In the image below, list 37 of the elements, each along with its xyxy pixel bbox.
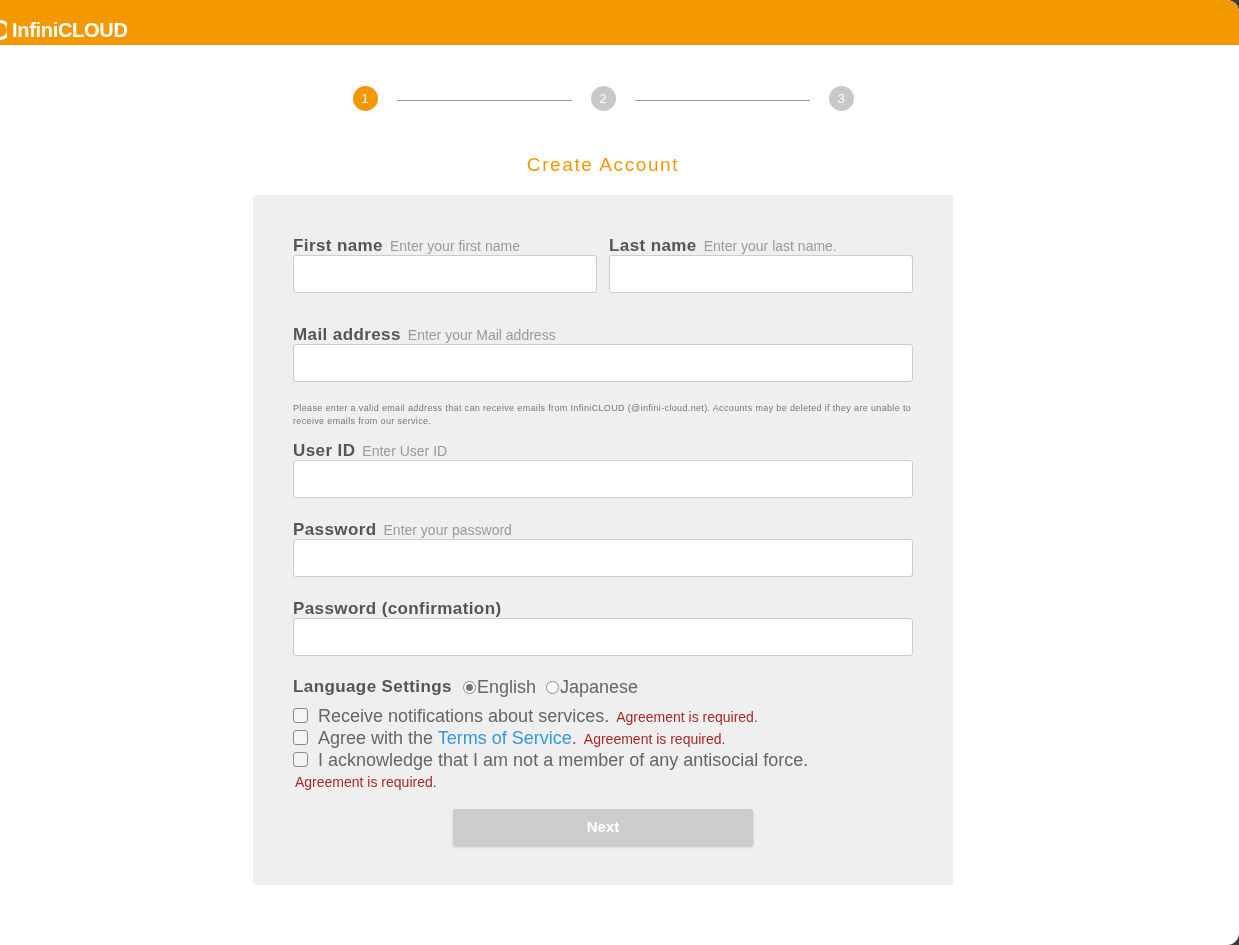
checkbox[interactable] (293, 730, 308, 745)
radio-option[interactable]: Japanese (545, 673, 638, 701)
text-input-field[interactable] (293, 539, 913, 577)
checkbox-label: Receive notifications about services. (318, 706, 610, 726)
text-input-field[interactable] (293, 255, 597, 293)
field-label: Password (confirmation) (293, 599, 502, 618)
field-label: Mail address (293, 325, 401, 344)
radio-button-icon[interactable] (545, 680, 559, 694)
field-label: Password (293, 520, 377, 539)
checkbox[interactable] (293, 708, 308, 723)
checkbox-label: I acknowledge that I am not a member of any antisocial force. (318, 750, 809, 770)
error-message: Agreement is required. (616, 708, 758, 727)
error-message: Agreement is required. (295, 773, 437, 792)
language-settings-label: Language Settings (293, 676, 452, 699)
field-label: User ID (293, 441, 356, 460)
field-hint: Enter your last name. (703, 237, 837, 256)
field-hint: Enter your password (383, 521, 512, 540)
page-title: Create Account (526, 153, 680, 177)
error-message: Agreement is required. (583, 730, 726, 749)
field-hint: Enter User ID (362, 442, 448, 461)
text-input-field[interactable] (293, 344, 913, 382)
field-label: Last name (609, 236, 697, 255)
text-input-field[interactable] (293, 460, 913, 498)
checkbox[interactable] (293, 752, 308, 767)
text-input-field[interactable] (293, 618, 913, 656)
checkbox-label: Agree with the Terms of Service. (318, 728, 577, 748)
logo-text: InfiniCLOUD (12, 20, 128, 40)
field-hint: Enter your first name (390, 237, 520, 256)
terms-of-service-link[interactable]: Terms of Service (437, 728, 572, 748)
field-hint: Enter your Mail address (407, 326, 556, 345)
logo-ring-icon (0, 20, 7, 40)
radio-option[interactable]: English (462, 673, 536, 701)
step-indicator: 1 (352, 86, 378, 111)
help-text: Please enter a valid email address that can receive emails from InfiniCLOUD (@infini-cloud.net). Accounts may be deleted if they are unable to receive emails from our service. (293, 402, 913, 428)
field-label: First name (293, 236, 383, 255)
radio-button-icon[interactable] (462, 680, 476, 694)
text-input-field[interactable] (609, 255, 913, 293)
